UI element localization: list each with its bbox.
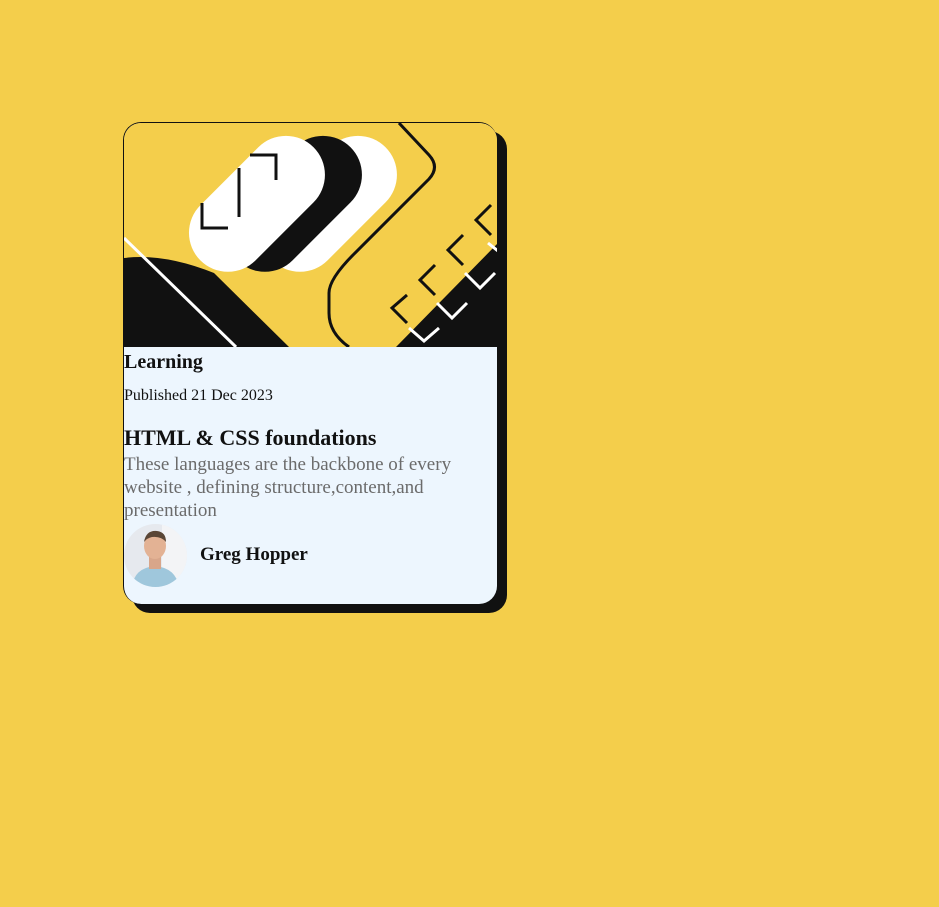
author-name: Greg Hopper	[200, 544, 308, 565]
card-illustration	[124, 123, 497, 347]
author: Greg Hopper	[124, 523, 308, 587]
card-category: Learning	[124, 351, 203, 373]
card-title[interactable]: HTML & CSS foundations	[124, 425, 376, 451]
blog-preview-card[interactable]: Learning Published 21 Dec 2023 HTML & CS…	[123, 122, 497, 604]
published-date: Published 21 Dec 2023	[124, 387, 273, 404]
card-description: These languages are the backbone of ever…	[124, 454, 452, 521]
avatar	[124, 523, 187, 587]
